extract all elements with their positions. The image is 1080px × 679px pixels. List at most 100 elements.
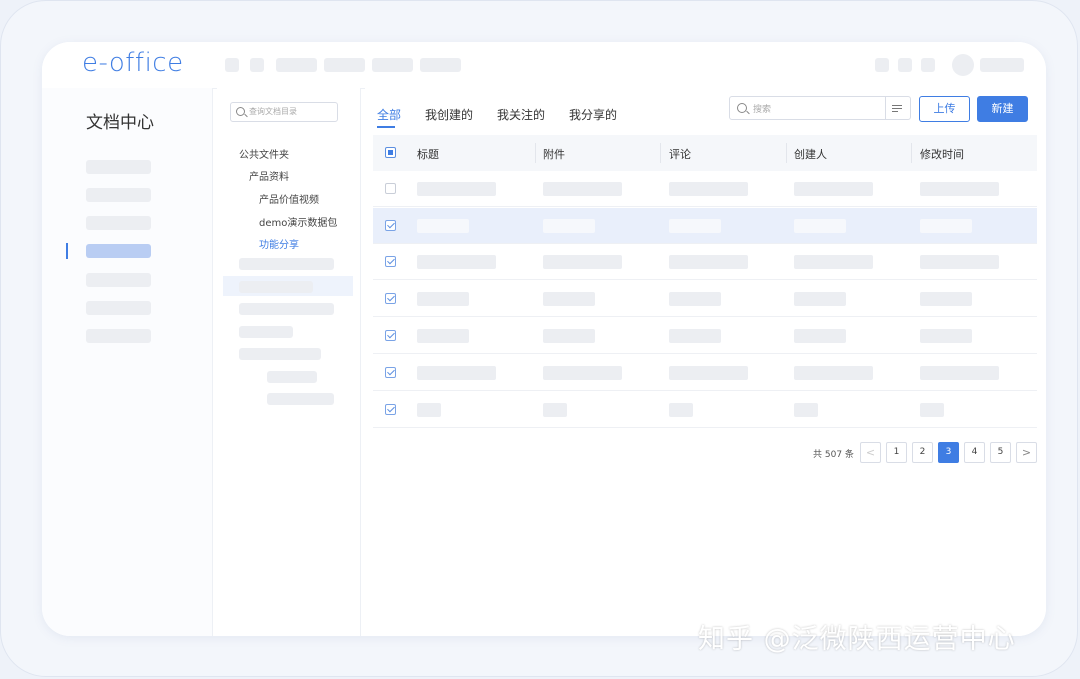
tree-item[interactable]	[267, 393, 334, 405]
folder-tree: 查询文档目录 公共文件夹 产品资料 产品价值视频 demo演示数据包 功能分享	[217, 88, 361, 636]
column-divider	[786, 143, 787, 163]
sidebar-item[interactable]	[86, 329, 151, 343]
search-placeholder: 搜索	[753, 105, 772, 115]
cell-placeholder	[669, 182, 748, 196]
column-divider	[911, 143, 912, 163]
cell-placeholder	[794, 182, 873, 196]
sidebar-item[interactable]	[86, 216, 151, 230]
cell-placeholder	[417, 255, 496, 269]
page-button-4[interactable]: 4	[964, 442, 985, 463]
cell-placeholder	[543, 219, 595, 233]
top-nav-placeholder[interactable]	[225, 58, 239, 72]
tree-search-input[interactable]: 查询文档目录	[230, 102, 338, 122]
table-row-selected[interactable]	[373, 208, 1037, 244]
tree-item-product-video[interactable]: 产品价值视频	[259, 191, 319, 206]
tab-following[interactable]: 我关注的	[497, 106, 545, 123]
cell-placeholder	[794, 366, 873, 380]
cell-placeholder	[543, 182, 622, 196]
tree-item-feature-share[interactable]: 功能分享	[259, 236, 299, 251]
cell-placeholder	[920, 403, 944, 417]
row-checkbox[interactable]	[385, 404, 396, 415]
advanced-search-button[interactable]	[885, 97, 910, 119]
tab-shared-by-me[interactable]: 我分享的	[569, 106, 617, 123]
page-button-3[interactable]: 3	[938, 442, 959, 463]
tab-created-by-me[interactable]: 我创建的	[425, 106, 473, 123]
top-nav-placeholder[interactable]	[250, 58, 264, 72]
search-icon	[737, 103, 747, 113]
top-action-icon[interactable]	[921, 58, 935, 72]
sidebar-item[interactable]	[86, 273, 151, 287]
page-button-1[interactable]: 1	[886, 442, 907, 463]
tree-item[interactable]	[239, 303, 334, 315]
sidebar-item[interactable]	[86, 301, 151, 315]
row-checkbox[interactable]	[385, 256, 396, 267]
table-row[interactable]	[373, 171, 1037, 207]
cell-placeholder	[543, 255, 622, 269]
search-input[interactable]: 搜索	[729, 96, 911, 120]
table-row[interactable]	[373, 392, 1037, 428]
tree-item[interactable]	[239, 258, 334, 270]
column-header-creator[interactable]: 创建人	[794, 146, 827, 162]
top-action-icon[interactable]	[898, 58, 912, 72]
tree-item[interactable]	[239, 348, 321, 360]
prev-page-button[interactable]: <	[860, 442, 881, 463]
row-checkbox[interactable]	[385, 330, 396, 341]
cell-placeholder	[920, 182, 999, 196]
tree-search-placeholder: 查询文档目录	[249, 107, 297, 116]
row-checkbox[interactable]	[385, 183, 396, 194]
tree-item[interactable]	[239, 326, 293, 338]
sidebar-active-indicator	[66, 243, 68, 259]
top-nav-placeholder[interactable]	[420, 58, 461, 72]
tree-item[interactable]	[239, 281, 313, 293]
cell-placeholder	[669, 403, 693, 417]
top-action-icon[interactable]	[875, 58, 889, 72]
table-row[interactable]	[373, 281, 1037, 317]
column-header-comments[interactable]: 评论	[669, 146, 691, 162]
cell-placeholder	[417, 329, 469, 343]
tree-item-product-docs[interactable]: 产品资料	[249, 168, 289, 183]
next-page-button[interactable]: >	[1016, 442, 1037, 463]
column-header-title[interactable]: 标题	[417, 146, 439, 162]
cell-placeholder	[669, 255, 748, 269]
cell-placeholder	[417, 403, 441, 417]
cell-placeholder	[417, 292, 469, 306]
table-row[interactable]	[373, 244, 1037, 280]
table-row[interactable]	[373, 355, 1037, 391]
table-header: 标题 附件 评论 创建人 修改时间	[373, 135, 1037, 171]
upload-button[interactable]: 上传	[919, 96, 970, 122]
pagination-total: 共 507 条	[813, 450, 854, 460]
user-name-placeholder[interactable]	[980, 58, 1024, 72]
sidebar-item[interactable]	[86, 160, 151, 174]
select-all-checkbox[interactable]	[385, 147, 396, 158]
cell-placeholder	[669, 329, 721, 343]
row-checkbox[interactable]	[385, 367, 396, 378]
sidebar-item-active[interactable]	[86, 244, 151, 258]
sidebar-item[interactable]	[86, 188, 151, 202]
row-checkbox[interactable]	[385, 293, 396, 304]
app-window: e-office 文档中心 查询文档目录 公共文件夹 产品资料 产品价值视频 d…	[42, 42, 1046, 636]
cell-placeholder	[920, 255, 999, 269]
avatar[interactable]	[952, 54, 974, 76]
cell-placeholder	[794, 292, 846, 306]
column-header-modified-time[interactable]: 修改时间	[920, 146, 964, 162]
column-header-attachment[interactable]: 附件	[543, 146, 565, 162]
top-nav-placeholder[interactable]	[324, 58, 365, 72]
row-checkbox[interactable]	[385, 220, 396, 231]
table-row[interactable]	[373, 318, 1037, 354]
sidebar-title: 文档中心	[86, 113, 154, 133]
page-button-2[interactable]: 2	[912, 442, 933, 463]
top-nav-placeholder[interactable]	[372, 58, 413, 72]
tab-all[interactable]: 全部	[377, 106, 401, 123]
top-nav-placeholder[interactable]	[276, 58, 317, 72]
page-button-5[interactable]: 5	[990, 442, 1011, 463]
tree-item[interactable]	[267, 371, 317, 383]
search-icon	[236, 107, 245, 116]
tree-item-demo-data[interactable]: demo演示数据包	[259, 214, 337, 229]
tree-item-public-folder[interactable]: 公共文件夹	[239, 146, 289, 161]
new-button[interactable]: 新建	[977, 96, 1028, 122]
column-divider	[660, 143, 661, 163]
cell-placeholder	[794, 403, 818, 417]
column-divider	[535, 143, 536, 163]
cell-placeholder	[920, 219, 972, 233]
cell-placeholder	[669, 366, 748, 380]
